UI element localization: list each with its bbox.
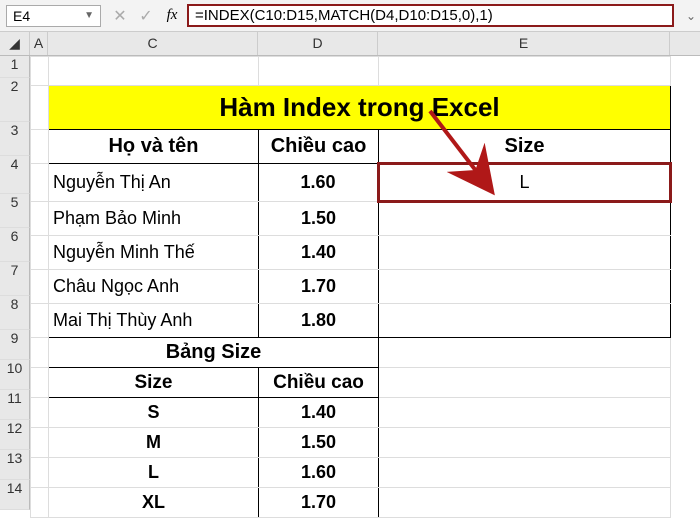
formula-text: =INDEX(C10:D15,MATCH(D4,D10:D15,0),1): [195, 7, 493, 24]
row-header[interactable]: 3: [0, 122, 30, 156]
row-header[interactable]: 12: [0, 420, 30, 450]
formula-bar-icons: ✕ ✓ fx: [107, 6, 185, 26]
name-box-dropdown-icon[interactable]: ▼: [84, 10, 94, 21]
cell-size[interactable]: S: [49, 398, 259, 428]
cell-name[interactable]: Mai Thị Thùy Anh: [49, 304, 259, 338]
cell-size-height[interactable]: 1.40: [259, 398, 379, 428]
size-header-size: Size: [49, 368, 259, 398]
row-header[interactable]: 5: [0, 194, 30, 228]
header-height: Chiều cao: [259, 130, 379, 164]
cell-height[interactable]: 1.60: [259, 164, 379, 202]
col-header-E[interactable]: E: [378, 32, 670, 55]
fx-icon[interactable]: fx: [159, 7, 185, 24]
column-headers: ◢ A C D E: [0, 32, 700, 56]
cell-name[interactable]: Nguyễn Thị An: [49, 164, 259, 202]
cells-area[interactable]: Hàm Index trong Excel Họ và tên Chiều ca…: [30, 56, 672, 518]
cancel-icon[interactable]: ✕: [107, 6, 133, 26]
row-header[interactable]: 2: [0, 78, 30, 122]
row-headers: 1 2 3 4 5 6 7 8 9 10 11 12 13 14: [0, 56, 30, 518]
cell-height[interactable]: 1.70: [259, 270, 379, 304]
cell-name[interactable]: Nguyễn Minh Thế: [49, 236, 259, 270]
cell-height[interactable]: 1.50: [259, 202, 379, 236]
row-header[interactable]: 13: [0, 450, 30, 480]
expand-formula-bar-icon[interactable]: ⌄: [682, 9, 700, 23]
cell-size-height[interactable]: 1.60: [259, 458, 379, 488]
row-header[interactable]: 8: [0, 296, 30, 330]
cell-name[interactable]: Phạm Bảo Minh: [49, 202, 259, 236]
row-header[interactable]: 11: [0, 390, 30, 420]
row-header[interactable]: 9: [0, 330, 30, 360]
cell-name[interactable]: Châu Ngọc Anh: [49, 270, 259, 304]
cell-size[interactable]: L: [49, 458, 259, 488]
col-header-D[interactable]: D: [258, 32, 378, 55]
confirm-icon[interactable]: ✓: [133, 6, 159, 26]
row-header[interactable]: 1: [0, 56, 30, 78]
row-header[interactable]: 4: [0, 156, 30, 194]
cell-size[interactable]: XL: [49, 488, 259, 518]
name-box[interactable]: E4 ▼: [6, 5, 101, 27]
row-header[interactable]: 7: [0, 262, 30, 296]
col-header-A[interactable]: A: [30, 32, 48, 55]
size-table-title: Bảng Size: [49, 338, 379, 368]
row-header[interactable]: 10: [0, 360, 30, 390]
header-name: Họ và tên: [49, 130, 259, 164]
select-all-corner[interactable]: ◢: [0, 32, 30, 55]
cell-height[interactable]: 1.40: [259, 236, 379, 270]
cell-reference: E4: [13, 8, 30, 24]
formula-bar: E4 ▼ ✕ ✓ fx =INDEX(C10:D15,MATCH(D4,D10:…: [0, 0, 700, 32]
row-header[interactable]: 6: [0, 228, 30, 262]
size-header-height: Chiều cao: [259, 368, 379, 398]
cell-size[interactable]: M: [49, 428, 259, 458]
header-size: Size: [379, 130, 671, 164]
spreadsheet-grid: ◢ A C D E 1 2 3 4 5 6 7 8 9 10 11 12 13 …: [0, 32, 700, 518]
row-header[interactable]: 14: [0, 480, 30, 510]
col-header-C[interactable]: C: [48, 32, 258, 55]
cell-height[interactable]: 1.80: [259, 304, 379, 338]
cell-size-height[interactable]: 1.50: [259, 428, 379, 458]
formula-input-highlight[interactable]: =INDEX(C10:D15,MATCH(D4,D10:D15,0),1): [187, 4, 674, 27]
page-title: Hàm Index trong Excel: [49, 86, 671, 130]
cell-size-height[interactable]: 1.70: [259, 488, 379, 518]
result-cell[interactable]: L: [379, 164, 671, 202]
